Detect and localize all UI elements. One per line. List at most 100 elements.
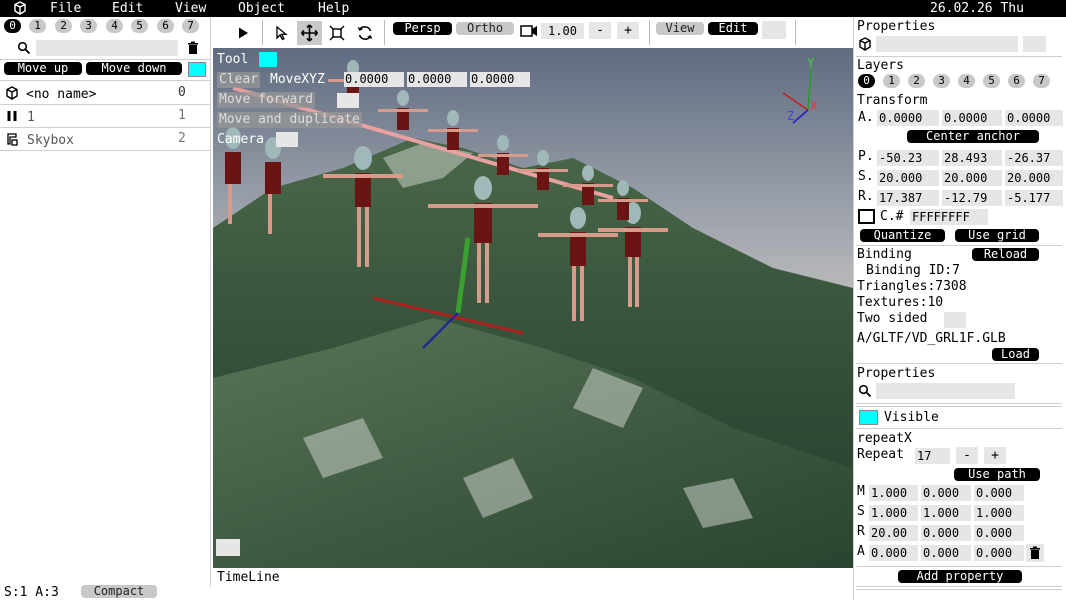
object-layer-6[interactable]: 6 (1008, 74, 1025, 88)
s-z-input[interactable]: 1.000 (974, 505, 1024, 521)
r-z-input[interactable]: 0.000 (974, 525, 1024, 541)
layer-tab-2[interactable]: 2 (55, 19, 72, 33)
color-preview[interactable] (858, 209, 875, 224)
move-forward-button[interactable]: Move forward (217, 92, 315, 108)
layer-tab-4[interactable]: 4 (106, 19, 123, 33)
object-extra-button[interactable] (1023, 36, 1046, 52)
object-layer-3[interactable]: 3 (933, 74, 950, 88)
object-layer-0[interactable]: 0 (858, 74, 875, 88)
rotate-icon[interactable] (356, 25, 374, 41)
layer-tab-1[interactable]: 1 (29, 19, 46, 33)
divider (384, 20, 385, 45)
scale-x-input[interactable]: 20.000 (877, 170, 939, 186)
move-down-button[interactable]: Move down (86, 62, 182, 75)
pointer-icon[interactable] (274, 25, 290, 41)
scene-search-input[interactable] (36, 40, 178, 56)
repeat-decrement-button[interactable]: - (956, 447, 978, 464)
viewport-corner-button[interactable] (216, 539, 240, 556)
object-name-input[interactable] (876, 36, 1018, 52)
move-z-input[interactable]: 0.0000 (470, 72, 530, 87)
object-layer-1[interactable]: 1 (883, 74, 900, 88)
move-up-button[interactable]: Move up (4, 62, 82, 75)
property-search-input[interactable] (876, 383, 1015, 399)
move-x-input[interactable]: 0.0000 (344, 72, 404, 87)
camera-toggle[interactable] (276, 132, 298, 147)
position-z-input[interactable]: -26.37 (1005, 150, 1063, 166)
layer-tab-7[interactable]: 7 (182, 19, 199, 33)
move-tool-button[interactable] (297, 21, 322, 45)
layer-tab-0[interactable]: 0 (4, 19, 21, 33)
scale-y-input[interactable]: 20.000 (942, 170, 1002, 186)
camera-zoom-input[interactable]: 1.00 (541, 23, 584, 39)
color-hex-input[interactable]: FFFFFFFF (910, 209, 988, 225)
object-layer-4[interactable]: 4 (958, 74, 975, 88)
center-anchor-button[interactable]: Center anchor (907, 130, 1039, 143)
rotation-x-input[interactable]: 17.387 (877, 190, 939, 206)
quantize-button[interactable]: Quantize (860, 229, 945, 242)
s-y-input[interactable]: 1.000 (921, 505, 971, 521)
list-item[interactable]: Skybox 2 (0, 129, 210, 150)
a-x-input[interactable]: 0.000 (869, 545, 918, 561)
scale-icon[interactable] (329, 25, 345, 41)
rotation-z-input[interactable]: -5.177 (1005, 190, 1063, 206)
edit-mode-button[interactable]: Edit (708, 22, 758, 35)
object-layer-5[interactable]: 5 (983, 74, 1000, 88)
properties2-title: Properties (857, 366, 936, 381)
position-y-input[interactable]: 28.493 (942, 150, 1002, 166)
move-forward-toggle[interactable] (337, 93, 359, 108)
scale-z-input[interactable]: 20.000 (1005, 170, 1063, 186)
a-y-input[interactable]: 0.000 (921, 545, 971, 561)
layer-tab-6[interactable]: 6 (157, 19, 174, 33)
menu-object[interactable]: Object (238, 0, 285, 17)
rotation-y-input[interactable]: -12.79 (942, 190, 1002, 206)
cube-icon[interactable] (13, 1, 27, 15)
color-swatch[interactable] (188, 62, 206, 77)
toolbar-extra-button[interactable] (762, 21, 786, 39)
anchor-y-input[interactable]: 0.0000 (942, 110, 1002, 126)
anchor-z-input[interactable]: 0.0000 (1005, 110, 1063, 126)
layer-tab-5[interactable]: 5 (131, 19, 148, 33)
list-item-index: 1 (178, 108, 186, 123)
load-button[interactable]: Load (992, 348, 1039, 361)
layer-tab-3[interactable]: 3 (80, 19, 97, 33)
position-x-input[interactable]: -50.23 (877, 150, 939, 166)
repeat-count-input[interactable]: 17 (915, 448, 950, 464)
trash-icon[interactable] (186, 41, 200, 55)
m-x-input[interactable]: 1.000 (869, 485, 918, 501)
menu-edit[interactable]: Edit (112, 0, 143, 17)
m-y-input[interactable]: 0.000 (921, 485, 971, 501)
two-sided-checkbox[interactable] (944, 312, 966, 328)
move-duplicate-button[interactable]: Move and duplicate (217, 112, 362, 128)
list-item[interactable]: <no name> 0 (0, 83, 210, 104)
delete-property-button[interactable] (1026, 544, 1044, 562)
list-item[interactable]: 1 1 (0, 106, 210, 127)
use-path-button[interactable]: Use path (954, 468, 1040, 481)
move-y-input[interactable]: 0.0000 (407, 72, 467, 87)
repeat-increment-button[interactable]: + (984, 447, 1006, 464)
zoom-in-button[interactable]: + (617, 22, 639, 39)
3d-viewport[interactable]: Tool Clear MoveXYZ 0.0000 0.0000 0.0000 … (213, 48, 853, 568)
a-z-input[interactable]: 0.000 (974, 545, 1024, 561)
clear-button[interactable]: Clear (217, 72, 261, 88)
menu-file[interactable]: File (50, 0, 81, 17)
object-layer-7[interactable]: 7 (1033, 74, 1050, 88)
visible-checkbox[interactable] (859, 410, 878, 425)
zoom-out-button[interactable]: - (589, 22, 611, 39)
s-x-input[interactable]: 1.000 (869, 505, 918, 521)
play-icon[interactable] (236, 26, 250, 40)
add-property-button[interactable]: Add property (898, 570, 1022, 583)
orthographic-button[interactable]: Ortho (456, 22, 514, 35)
anchor-x-input[interactable]: 0.0000 (877, 110, 939, 126)
m-z-input[interactable]: 0.000 (974, 485, 1024, 501)
view-mode-button[interactable]: View (656, 22, 704, 35)
r-x-input[interactable]: 20.00 (869, 525, 918, 541)
object-layer-2[interactable]: 2 (908, 74, 925, 88)
use-grid-button[interactable]: Use grid (955, 229, 1039, 242)
r-y-input[interactable]: 0.000 (921, 525, 971, 541)
perspective-button[interactable]: Persp (393, 22, 452, 35)
tool-color-swatch[interactable] (259, 52, 277, 67)
compact-button[interactable]: Compact (81, 585, 157, 598)
menu-help[interactable]: Help (318, 0, 349, 17)
reload-button[interactable]: Reload (972, 248, 1039, 261)
menu-view[interactable]: View (175, 0, 206, 17)
